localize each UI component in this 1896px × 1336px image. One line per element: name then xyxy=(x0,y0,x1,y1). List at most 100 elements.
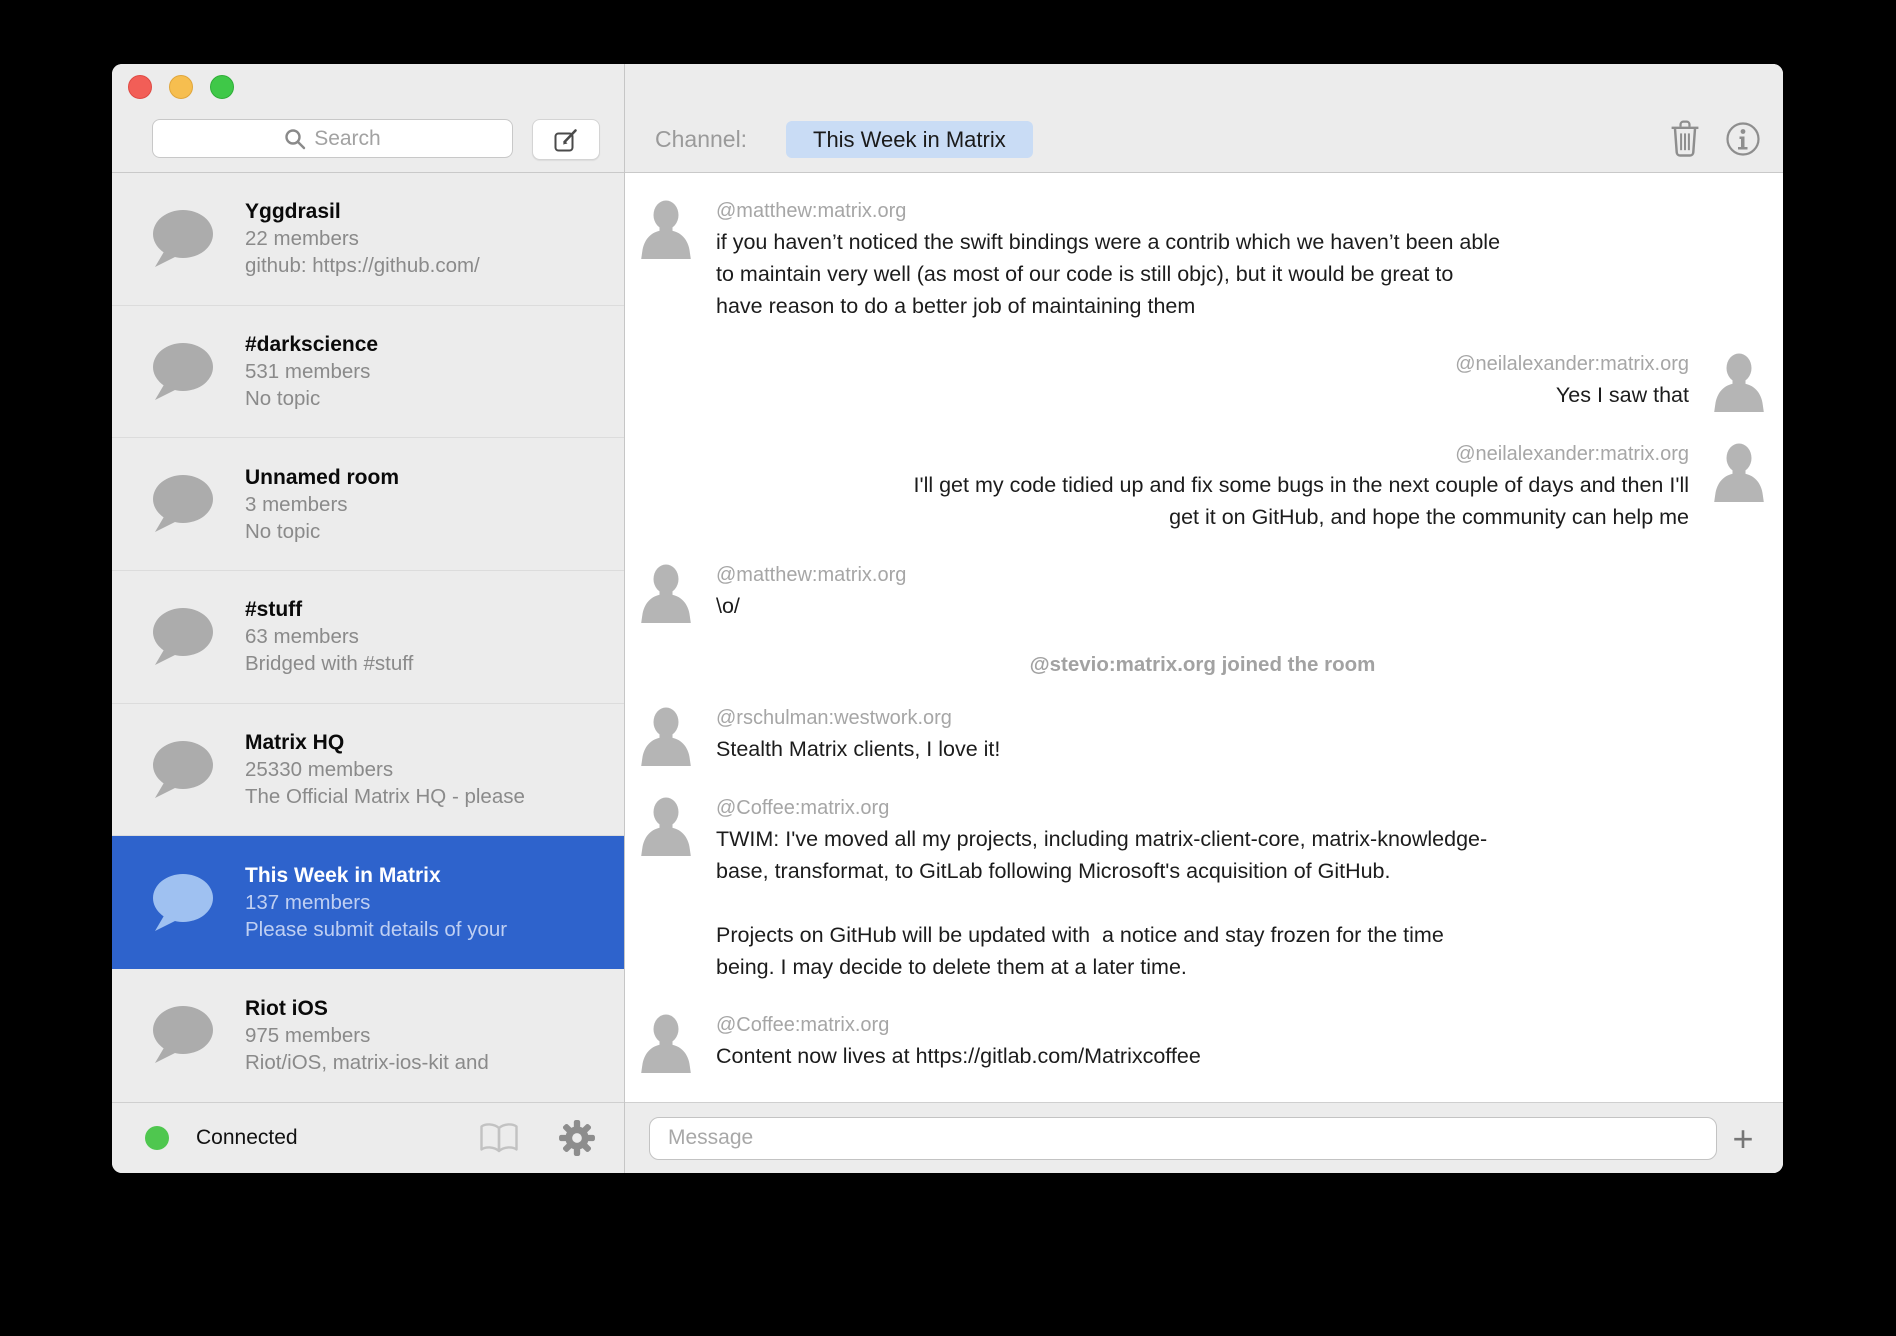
message-body: @Coffee:matrix.org TWIM: I've moved all … xyxy=(716,796,1767,983)
speech-bubble-icon xyxy=(150,208,216,270)
room-list-item-riot-ios[interactable]: Riot iOS 975 members Riot/iOS, matrix-io… xyxy=(112,969,624,1102)
add-attachment-button[interactable]: + xyxy=(1717,1117,1769,1160)
message-list: @matthew:matrix.org if you haven’t notic… xyxy=(625,173,1783,1102)
speech-bubble-icon xyxy=(150,1004,216,1066)
chat-message: @rschulman:westwork.org Stealth Matrix c… xyxy=(638,706,1767,766)
composer-bar: + xyxy=(625,1102,1783,1173)
chat-panel: Channel: This Week in Matrix xyxy=(625,64,1783,1173)
user-avatar-icon[interactable] xyxy=(638,563,694,623)
message-text: if you haven’t noticed the swift binding… xyxy=(716,226,1767,258)
room-list-item-stuff[interactable]: #stuff 63 members Bridged with #stuff xyxy=(112,571,624,704)
user-avatar-icon[interactable] xyxy=(638,1013,694,1073)
settings-gear-icon[interactable] xyxy=(558,1119,596,1157)
sidebar: Search Yggdrasil 22 members github: ht xyxy=(112,64,625,1173)
user-avatar-icon[interactable] xyxy=(638,199,694,259)
room-members: 3 members xyxy=(245,491,399,518)
message-text: get it on GitHub, and hope the community… xyxy=(638,501,1689,533)
room-members: 63 members xyxy=(245,623,413,650)
connected-status-dot xyxy=(145,1126,169,1150)
message-sender[interactable]: @Coffee:matrix.org xyxy=(716,1013,1767,1037)
message-body: @matthew:matrix.org \o/ xyxy=(716,563,1767,622)
chat-message: @matthew:matrix.org \o/ xyxy=(638,563,1767,623)
message-text: have reason to do a better job of mainta… xyxy=(716,290,1767,322)
compose-button[interactable] xyxy=(532,119,600,160)
user-avatar-icon[interactable] xyxy=(638,796,694,856)
room-info: #stuff 63 members Bridged with #stuff xyxy=(245,596,413,677)
info-icon[interactable] xyxy=(1725,121,1761,157)
chat-message: @Coffee:matrix.org TWIM: I've moved all … xyxy=(638,796,1767,983)
speech-bubble-icon xyxy=(150,341,216,403)
chat-header: Channel: This Week in Matrix xyxy=(625,64,1783,173)
traffic-lights xyxy=(128,75,234,99)
message-sender[interactable]: @matthew:matrix.org xyxy=(716,563,1767,587)
message-sender[interactable]: @rschulman:westwork.org xyxy=(716,706,1767,730)
room-info: Unnamed room 3 members No topic xyxy=(245,464,399,545)
search-icon xyxy=(284,128,306,150)
room-list: Yggdrasil 22 members github: https://git… xyxy=(112,173,624,1102)
room-topic: Bridged with #stuff xyxy=(245,650,413,677)
message-sender[interactable]: @neilalexander:matrix.org xyxy=(638,442,1689,466)
room-name: #darkscience xyxy=(245,331,378,358)
room-name: Matrix HQ xyxy=(245,729,525,756)
minimize-button[interactable] xyxy=(169,75,193,99)
channel-name-token[interactable]: This Week in Matrix xyxy=(786,121,1033,158)
user-avatar-icon[interactable] xyxy=(1711,352,1767,412)
message-sender[interactable]: @Coffee:matrix.org xyxy=(716,796,1767,820)
room-list-item-yggdrasil[interactable]: Yggdrasil 22 members github: https://git… xyxy=(112,173,624,306)
speech-bubble-icon xyxy=(150,872,216,934)
room-topic: The Official Matrix HQ - please xyxy=(245,783,525,810)
message-body: @matthew:matrix.org if you haven’t notic… xyxy=(716,199,1767,322)
bookmarks-book-icon[interactable] xyxy=(478,1122,520,1154)
system-message: @stevio:matrix.org joined the room xyxy=(638,653,1767,677)
message-input[interactable] xyxy=(649,1117,1717,1160)
message-body: @rschulman:westwork.org Stealth Matrix c… xyxy=(716,706,1767,765)
room-name: Unnamed room xyxy=(245,464,399,491)
search-row: Search xyxy=(152,119,600,160)
room-name: Yggdrasil xyxy=(245,198,480,225)
room-topic: github: https://github.com/ xyxy=(245,252,480,279)
search-input[interactable]: Search xyxy=(152,119,513,158)
room-topic: No topic xyxy=(245,518,399,545)
app-window: Search Yggdrasil 22 members github: ht xyxy=(112,64,1783,1173)
message-body: @neilalexander:matrix.org I'll get my co… xyxy=(638,442,1689,533)
message-text xyxy=(716,887,1767,919)
room-info: This Week in Matrix 137 members Please s… xyxy=(245,862,507,943)
message-sender[interactable]: @neilalexander:matrix.org xyxy=(638,352,1689,376)
user-avatar-icon[interactable] xyxy=(638,706,694,766)
message-sender[interactable]: @matthew:matrix.org xyxy=(716,199,1767,223)
user-avatar-icon[interactable] xyxy=(1711,442,1767,502)
room-list-item-darkscience[interactable]: #darkscience 531 members No topic xyxy=(112,306,624,439)
close-button[interactable] xyxy=(128,75,152,99)
chat-message: @matthew:matrix.org if you haven’t notic… xyxy=(638,199,1767,322)
message-text: Stealth Matrix clients, I love it! xyxy=(716,733,1767,765)
speech-bubble-icon xyxy=(150,606,216,668)
channel-label: Channel: xyxy=(655,126,747,153)
message-text: Projects on GitHub will be updated with … xyxy=(716,919,1767,951)
room-members: 25330 members xyxy=(245,756,525,783)
room-name: #stuff xyxy=(245,596,413,623)
message-text: TWIM: I've moved all my projects, includ… xyxy=(716,823,1767,855)
status-bar: Connected xyxy=(112,1102,624,1173)
message-text: I'll get my code tidied up and fix some … xyxy=(638,469,1689,501)
message-text: being. I may decide to delete them at a … xyxy=(716,951,1767,983)
room-info: #darkscience 531 members No topic xyxy=(245,331,378,412)
room-list-item-this-week-in-matrix[interactable]: This Week in Matrix 137 members Please s… xyxy=(112,836,624,969)
chat-message: @neilalexander:matrix.org Yes I saw that xyxy=(638,352,1767,412)
message-text: Yes I saw that xyxy=(638,379,1689,411)
message-body: @Coffee:matrix.org Content now lives at … xyxy=(716,1013,1767,1072)
room-list-item-matrix-hq[interactable]: Matrix HQ 25330 members The Official Mat… xyxy=(112,704,624,837)
search-placeholder: Search xyxy=(314,127,381,151)
room-info: Yggdrasil 22 members github: https://git… xyxy=(245,198,480,279)
room-name: This Week in Matrix xyxy=(245,862,507,889)
zoom-button[interactable] xyxy=(210,75,234,99)
trash-icon[interactable] xyxy=(1668,120,1702,158)
room-members: 531 members xyxy=(245,358,378,385)
connection-status: Connected xyxy=(196,1126,298,1150)
room-list-item-unnamed-room[interactable]: Unnamed room 3 members No topic xyxy=(112,438,624,571)
room-topic: Please submit details of your xyxy=(245,916,507,943)
message-text: base, transformat, to GitLab following M… xyxy=(716,855,1767,887)
room-members: 137 members xyxy=(245,889,507,916)
room-info: Riot iOS 975 members Riot/iOS, matrix-io… xyxy=(245,995,489,1076)
room-topic: No topic xyxy=(245,385,378,412)
room-members: 22 members xyxy=(245,225,480,252)
